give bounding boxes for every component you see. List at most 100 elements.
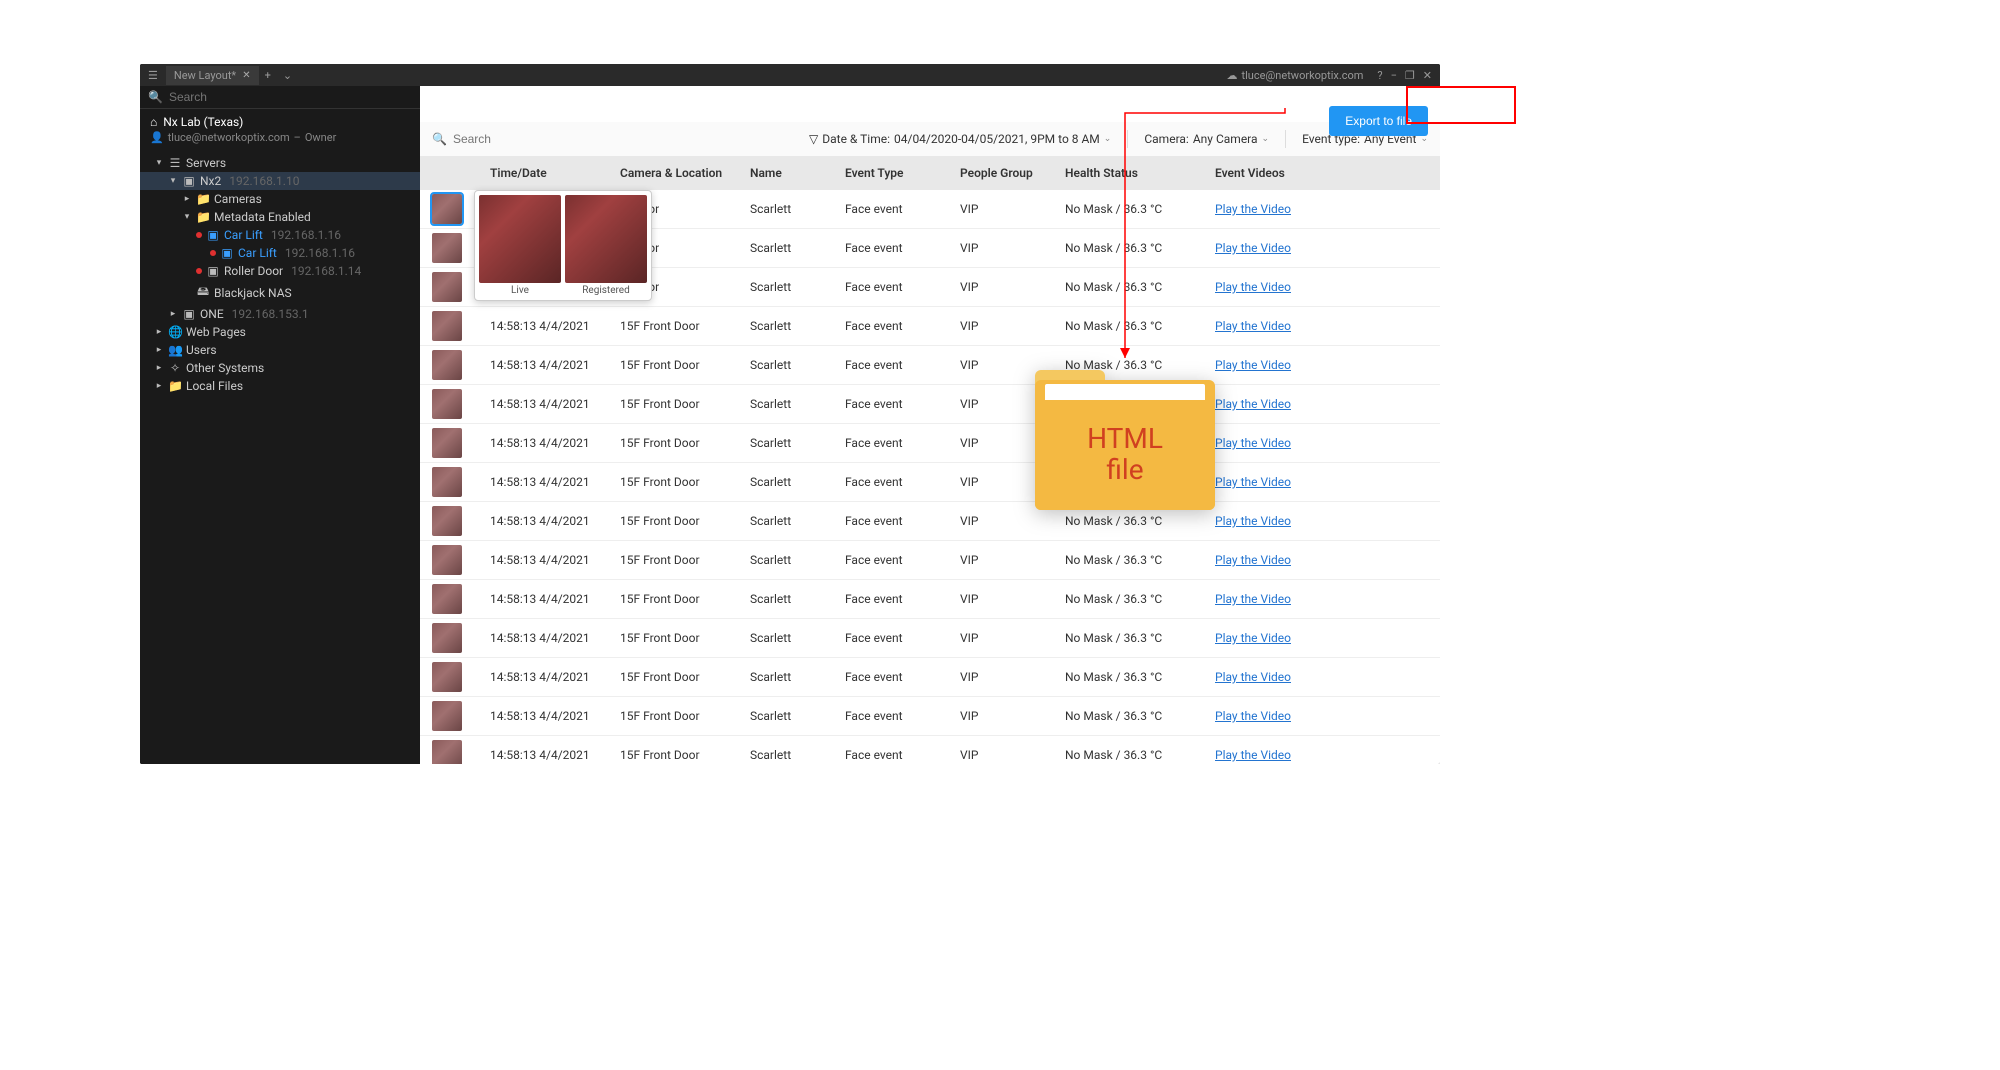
col-time[interactable]: Time/Date — [490, 166, 620, 180]
cell-health: No Mask / 36.3 °C — [1065, 514, 1215, 528]
table-row[interactable]: 14:58:13 4/4/202115F Front DoorScarlettF… — [420, 697, 1440, 736]
table-row[interactable]: 14:58:13 4/4/202115F Front DoorScarlettF… — [420, 541, 1440, 580]
col-event[interactable]: Event Type — [845, 166, 960, 180]
sidebar-search-input[interactable] — [169, 90, 412, 104]
camera-icon: ▣ — [206, 228, 220, 242]
tree-webpages[interactable]: ▸🌐Web Pages — [140, 323, 420, 341]
play-video-link[interactable]: Play the Video — [1215, 514, 1291, 528]
tree-blackjack[interactable]: 🖴Blackjack NAS — [140, 280, 420, 305]
event-thumbnail[interactable] — [432, 428, 462, 458]
systems-icon: ✧ — [168, 361, 182, 375]
filter-camera[interactable]: Camera: Any Camera ⌄ — [1144, 132, 1269, 146]
cell-name: Scarlett — [750, 436, 845, 450]
play-video-link[interactable]: Play the Video — [1215, 709, 1291, 723]
main-search-input[interactable] — [453, 132, 793, 146]
play-video-link[interactable]: Play the Video — [1215, 436, 1291, 450]
cell-name: Scarlett — [750, 592, 845, 606]
main-search[interactable]: 🔍 — [432, 132, 793, 146]
layout-tab[interactable]: New Layout* ✕ — [166, 66, 259, 85]
users-icon: 👥 — [168, 343, 182, 357]
play-video-link[interactable]: Play the Video — [1215, 592, 1291, 606]
event-thumbnail[interactable] — [432, 467, 462, 497]
event-thumbnail[interactable] — [432, 350, 462, 380]
preview-registered-label: Registered — [565, 283, 647, 296]
cell-name: Scarlett — [750, 319, 845, 333]
filter-datetime[interactable]: ▽ Date & Time: 04/04/2020-04/05/2021, 9P… — [809, 132, 1111, 146]
play-video-link[interactable]: Play the Video — [1215, 397, 1291, 411]
close-tab-icon[interactable]: ✕ — [242, 70, 250, 81]
col-video[interactable]: Event Videos — [1215, 166, 1365, 180]
table-row[interactable]: 14:58:13 4/4/202115F Front DoorScarlettF… — [420, 619, 1440, 658]
play-video-link[interactable]: Play the Video — [1215, 670, 1291, 684]
table-row[interactable]: 14:58:13 4/4/202115F Front DoorScarlettF… — [420, 424, 1440, 463]
tree-local[interactable]: ▸📁Local Files — [140, 377, 420, 395]
app-window: ☰ New Layout* ✕ + ⌄ ☁ tluce@networkoptix… — [140, 64, 1440, 764]
play-video-link[interactable]: Play the Video — [1215, 319, 1291, 333]
play-video-link[interactable]: Play the Video — [1215, 358, 1291, 372]
add-tab-icon[interactable]: + — [259, 69, 277, 82]
cell-group: VIP — [960, 631, 1065, 645]
tree-cam-roller[interactable]: ▣Roller Door192.168.1.14 — [140, 262, 420, 280]
minimize-icon[interactable]: − — [1391, 69, 1397, 82]
cloud-icon: ☁ — [1226, 69, 1237, 82]
event-thumbnail[interactable] — [432, 545, 462, 575]
cell-health: No Mask / 36.3 °C — [1065, 670, 1215, 684]
play-video-link[interactable]: Play the Video — [1215, 241, 1291, 255]
event-thumbnail[interactable] — [432, 662, 462, 692]
event-thumbnail[interactable] — [432, 701, 462, 731]
close-window-icon[interactable]: ✕ — [1423, 69, 1432, 82]
tree-cam-carlift1[interactable]: ▣Car Lift192.168.1.16 — [140, 226, 420, 244]
table-row[interactable]: 14:58:13 4/4/202115F Front DoorScarlettF… — [420, 658, 1440, 697]
help-icon[interactable]: ? — [1377, 69, 1382, 82]
tree-metadata[interactable]: ▾📁Metadata Enabled — [140, 208, 420, 226]
cell-name: Scarlett — [750, 475, 845, 489]
maximize-icon[interactable]: ❐ — [1405, 69, 1415, 82]
table-row[interactable]: 14:58:13 4/4/202115F Front DoorScarlettF… — [420, 307, 1440, 346]
event-thumbnail[interactable] — [432, 389, 462, 419]
play-video-link[interactable]: Play the Video — [1215, 475, 1291, 489]
cell-name: Scarlett — [750, 748, 845, 762]
col-group[interactable]: People Group — [960, 166, 1065, 180]
cloud-account[interactable]: ☁ tluce@networkoptix.com — [1220, 69, 1369, 82]
cell-health: No Mask / 36.3 °C — [1065, 553, 1215, 567]
play-video-link[interactable]: Play the Video — [1215, 202, 1291, 216]
col-camera[interactable]: Camera & Location — [620, 166, 750, 180]
tree-server-nx2[interactable]: ▾▣Nx2192.168.1.10 — [140, 172, 420, 190]
event-thumbnail[interactable] — [432, 233, 462, 263]
cloud-user: tluce@networkoptix.com — [1241, 69, 1363, 82]
event-thumbnail[interactable] — [432, 740, 462, 764]
event-thumbnail[interactable] — [432, 623, 462, 653]
tree-cam-carlift2[interactable]: ▣Car Lift192.168.1.16 — [140, 244, 420, 262]
event-thumbnail[interactable] — [432, 311, 462, 341]
table-row[interactable]: 14:58:13 4/4/202115F Front DoorScarlettF… — [420, 385, 1440, 424]
play-video-link[interactable]: Play the Video — [1215, 280, 1291, 294]
search-icon: 🔍 — [432, 132, 447, 146]
table-row[interactable]: 14:58:13 4/4/202115F Front DoorScarlettF… — [420, 502, 1440, 541]
tree-servers[interactable]: ▾☰Servers — [140, 154, 420, 172]
col-health[interactable]: Health Status — [1065, 166, 1215, 180]
event-thumbnail[interactable] — [432, 584, 462, 614]
cell-event: Face event — [845, 748, 960, 762]
event-thumbnail[interactable] — [432, 506, 462, 536]
table-row[interactable]: 14:58:13 4/4/202115F Front DoorScarlettF… — [420, 463, 1440, 502]
tree-cameras[interactable]: ▸📁Cameras — [140, 190, 420, 208]
table-row[interactable]: 14:58:13 4/4/202115F Front DoorScarlettF… — [420, 580, 1440, 619]
event-thumbnail[interactable] — [432, 272, 462, 302]
play-video-link[interactable]: Play the Video — [1215, 748, 1291, 762]
event-thumbnail[interactable] — [432, 194, 462, 224]
col-name[interactable]: Name — [750, 166, 845, 180]
cell-name: Scarlett — [750, 358, 845, 372]
export-button[interactable]: Export to file — [1329, 106, 1428, 136]
tree-server-one[interactable]: ▸▣ONE192.168.153.1 — [140, 305, 420, 323]
table-row[interactable]: 14:58:13 4/4/202115F Front DoorScarlettF… — [420, 346, 1440, 385]
tab-dropdown-icon[interactable]: ⌄ — [277, 69, 298, 82]
table-row[interactable]: 14:58:13 4/4/202115F Front DoorScarlettF… — [420, 736, 1440, 764]
play-video-link[interactable]: Play the Video — [1215, 553, 1291, 567]
cell-camera: 15F Front Door — [620, 397, 750, 411]
cell-group: VIP — [960, 709, 1065, 723]
tree-users[interactable]: ▸👥Users — [140, 341, 420, 359]
menu-icon[interactable]: ☰ — [140, 69, 166, 82]
tree-other[interactable]: ▸✧Other Systems — [140, 359, 420, 377]
play-video-link[interactable]: Play the Video — [1215, 631, 1291, 645]
cell-group: VIP — [960, 280, 1065, 294]
